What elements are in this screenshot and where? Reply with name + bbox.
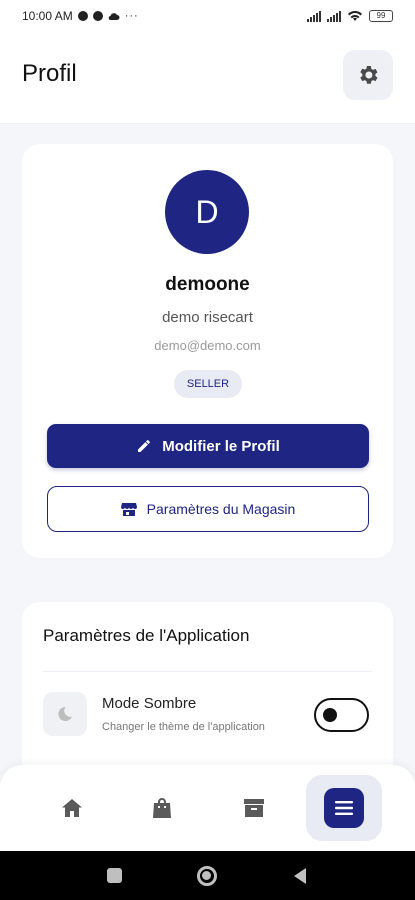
dark-mode-icon-box	[43, 692, 87, 736]
signal-icon-2	[327, 10, 341, 22]
cloud-icon	[108, 12, 120, 20]
recent-apps-button[interactable]	[107, 868, 123, 883]
profile-full-name: demo risecart	[162, 309, 253, 326]
gear-icon	[360, 66, 378, 84]
app-settings-title: Paramètres de l'Application	[43, 626, 250, 645]
app-header: Profil	[0, 32, 415, 124]
edit-profile-label: Modifier le Profil	[162, 437, 280, 455]
status-right: 99	[307, 10, 393, 22]
dark-mode-toggle[interactable]	[314, 698, 369, 732]
toggle-knob	[323, 708, 337, 722]
nav-menu[interactable]	[306, 775, 382, 841]
signal-icon	[307, 10, 321, 22]
store-settings-label: Paramètres du Magasin	[146, 501, 296, 517]
archive-box-icon	[244, 799, 264, 817]
bottom-navigation	[0, 765, 415, 851]
store-icon	[120, 503, 137, 516]
status-time: 10:00 AM	[22, 9, 73, 23]
settings-button[interactable]	[343, 50, 393, 100]
edit-profile-button[interactable]: Modifier le Profil	[47, 424, 369, 468]
system-navigation-bar	[0, 851, 415, 900]
menu-active-indicator	[324, 788, 364, 828]
page-title: Profil	[22, 60, 77, 87]
wifi-icon	[348, 11, 362, 21]
profile-username: demoone	[165, 274, 250, 295]
battery-icon: 99	[369, 10, 393, 22]
facebook-icon	[77, 11, 88, 21]
dark-mode-label: Mode Sombre	[102, 695, 197, 712]
pencil-icon	[138, 440, 151, 452]
home-button[interactable]	[196, 865, 217, 886]
nav-orders[interactable]	[124, 775, 200, 841]
profile-email: demo@demo.com	[154, 338, 261, 353]
shopping-bag-icon	[153, 798, 171, 818]
whatsapp-icon	[92, 11, 103, 21]
moon-icon	[58, 706, 72, 721]
profile-card: D demoone demo risecart demo@demo.com SE…	[22, 144, 393, 558]
dark-mode-description: Changer le thème de l'application	[102, 721, 265, 733]
avatar: D	[165, 170, 249, 254]
nav-products[interactable]	[216, 775, 292, 841]
store-settings-button[interactable]: Paramètres du Magasin	[47, 486, 369, 532]
more-notifications: ···	[124, 10, 139, 22]
back-button[interactable]	[292, 867, 308, 885]
role-badge: SELLER	[174, 370, 242, 398]
divider	[43, 671, 372, 672]
nav-home[interactable]	[34, 775, 110, 841]
status-left: 10:00 AM ···	[22, 9, 139, 23]
status-bar: 10:00 AM ··· 99	[0, 0, 415, 32]
menu-icon	[335, 801, 353, 815]
home-icon	[62, 799, 82, 817]
